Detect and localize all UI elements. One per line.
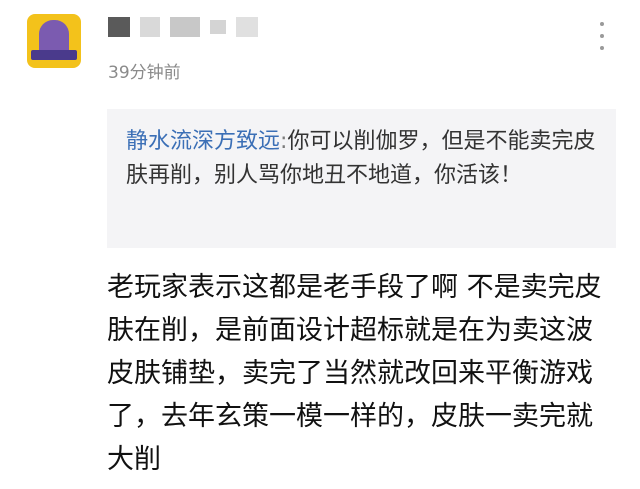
redaction-block	[170, 17, 200, 37]
redaction-block	[210, 20, 226, 34]
dot	[600, 46, 604, 50]
redaction-block	[236, 17, 258, 37]
username-redacted[interactable]	[108, 17, 258, 37]
dot	[600, 22, 604, 26]
comment-body: 老玩家表示这都是老手段了啊 不是卖完皮肤在削，是前面设计超标就是在为卖这波皮肤铺…	[107, 272, 602, 475]
quote-author-link[interactable]: 静水流深方致远	[126, 129, 280, 154]
redaction-block	[108, 17, 130, 37]
redaction-block	[140, 17, 160, 37]
avatar[interactable]	[27, 14, 81, 68]
dot	[600, 34, 604, 38]
avatar-banner	[31, 50, 77, 60]
quoted-reply: 静水流深方致远:你可以削伽罗，但是不能卖完皮肤再削，别人骂你地丑不地道，你活该！	[107, 109, 616, 248]
more-vertical-icon[interactable]	[598, 22, 606, 50]
comment-timestamp: 39分钟前	[108, 63, 181, 83]
